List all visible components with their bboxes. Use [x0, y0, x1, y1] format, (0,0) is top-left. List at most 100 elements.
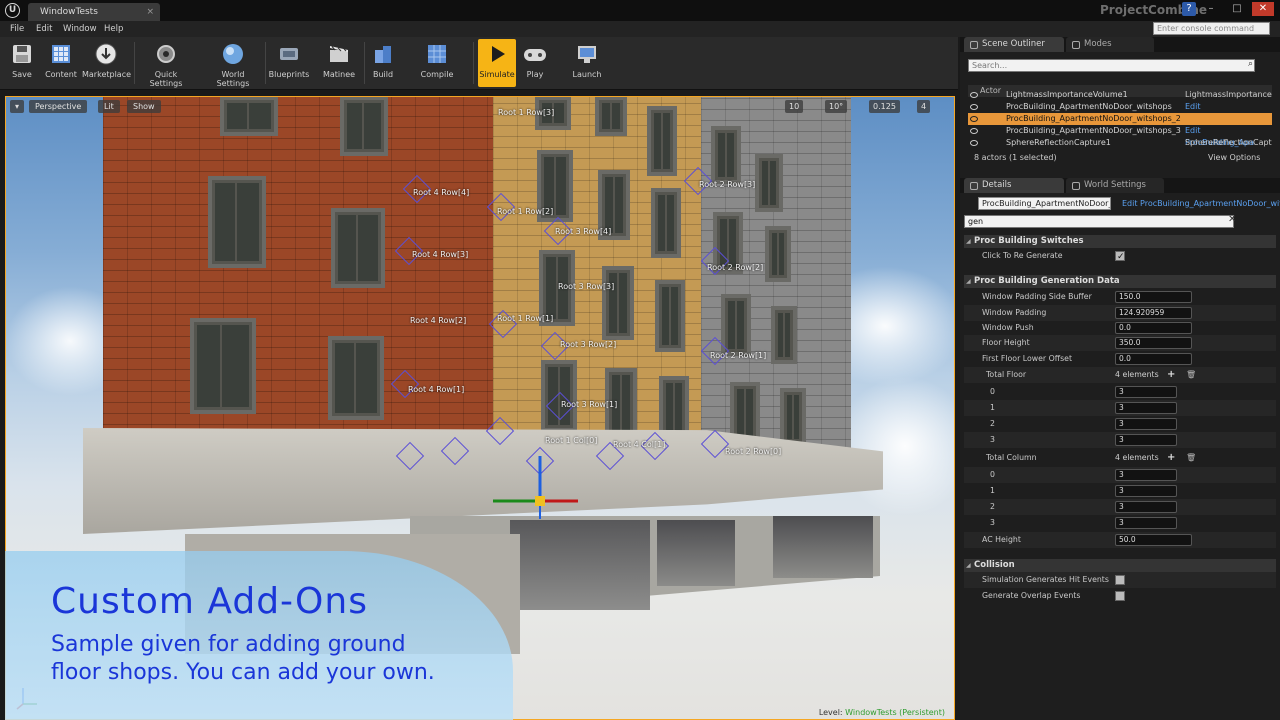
- value-field[interactable]: 50.0: [1115, 534, 1192, 546]
- play-button[interactable]: Play: [520, 39, 550, 87]
- index-label: 2: [990, 419, 995, 428]
- building-window: [602, 266, 634, 340]
- prop-total-floor[interactable]: Total Floor 4 elements + 🗑: [964, 367, 1276, 383]
- value-field[interactable]: 0.0: [1115, 322, 1192, 334]
- gizmo-label: Root 2 Row[1]: [710, 351, 767, 360]
- simulate-button[interactable]: Simulate: [478, 39, 516, 87]
- grid-snap-value[interactable]: 10: [785, 100, 804, 113]
- details-filter-input[interactable]: gen: [964, 215, 1234, 228]
- prop-total-column[interactable]: Total Column 4 elements + 🗑: [964, 450, 1276, 466]
- edit-blueprint-link[interactable]: Edit ProcBuilding_ApartmentNoDoor_wits: [1122, 199, 1280, 208]
- matinee-button[interactable]: Matinee: [320, 39, 358, 87]
- menu-window[interactable]: Window: [63, 24, 97, 34]
- value-field[interactable]: 3: [1115, 501, 1177, 513]
- trash-icon[interactable]: 🗑: [1186, 367, 1196, 383]
- shop-opening: [510, 520, 650, 610]
- quick-settings-label: Quick Settings: [149, 70, 183, 88]
- value-field[interactable]: 3: [1115, 517, 1177, 529]
- array-element: 03: [964, 384, 1276, 400]
- value-field[interactable]: 150.0: [1115, 291, 1192, 303]
- value-field[interactable]: 350.0: [1115, 337, 1192, 349]
- maximize-button[interactable]: □: [1226, 2, 1248, 16]
- modes-icon: [1072, 41, 1080, 49]
- menu-help[interactable]: Help: [104, 24, 123, 34]
- visibility-eye-icon[interactable]: [970, 92, 978, 98]
- transform-gizmo-icon[interactable]: [483, 451, 583, 521]
- index-label: 3: [990, 518, 995, 527]
- compile-button[interactable]: Compile: [418, 39, 456, 87]
- build-button[interactable]: Build: [368, 39, 398, 87]
- outliner-row-selected[interactable]: ProcBuilding_ApartmentNoDoor_witshops_2: [968, 113, 1272, 125]
- value-field[interactable]: 3: [1115, 485, 1177, 497]
- regenerate-checkbox[interactable]: [1115, 249, 1125, 265]
- visibility-eye-icon[interactable]: [970, 116, 978, 122]
- building-window: [771, 306, 797, 364]
- section-proc-building-switches[interactable]: Proc Building Switches: [964, 235, 1276, 248]
- value-field[interactable]: 0.0: [1115, 353, 1192, 365]
- quick-settings-button[interactable]: Quick Settings: [138, 39, 194, 88]
- visibility-eye-icon[interactable]: [970, 140, 978, 146]
- viewport-options-icon[interactable]: ▾: [10, 100, 24, 113]
- lit-button[interactable]: Lit: [98, 100, 120, 113]
- array-element: 23: [964, 499, 1276, 515]
- outliner-row[interactable]: ProcBuilding_ApartmentNoDoor_witshops_3 E…: [968, 125, 1272, 147]
- camera-speed-value[interactable]: 4: [917, 100, 931, 113]
- view-options-button[interactable]: View Options: [1208, 153, 1260, 162]
- perspective-button[interactable]: Perspective: [29, 100, 88, 113]
- tab-details[interactable]: Details: [964, 178, 1064, 193]
- tab-modes[interactable]: Modes: [1066, 37, 1154, 52]
- section-proc-building-generation-data[interactable]: Proc Building Generation Data: [964, 275, 1276, 288]
- tab-world-settings-label: World Settings: [1084, 180, 1146, 190]
- visibility-eye-icon[interactable]: [970, 128, 978, 134]
- document-tab[interactable]: WindowTests ×: [28, 3, 160, 21]
- scale-snap-value[interactable]: 0.125: [869, 100, 900, 113]
- help-button[interactable]: ?: [1182, 2, 1196, 16]
- world-settings-button[interactable]: World Settings: [204, 39, 262, 88]
- blueprints-button[interactable]: Blueprints: [268, 39, 310, 87]
- prop-label: Window Push: [982, 323, 1034, 332]
- outliner-row[interactable]: ProcBuilding_ApartmentNoDoor_witshops Edi…: [968, 101, 1272, 123]
- rotation-snap-value[interactable]: 10°: [825, 100, 848, 113]
- sim-hit-checkbox[interactable]: [1115, 575, 1125, 585]
- building-window: [647, 106, 677, 176]
- minimize-button[interactable]: –: [1200, 2, 1222, 16]
- gizmo-label: Root 3 Row[2]: [560, 340, 617, 349]
- value-field[interactable]: 124.920959: [1115, 307, 1192, 319]
- value-field[interactable]: 3: [1115, 434, 1177, 446]
- show-button[interactable]: Show: [127, 100, 161, 113]
- close-tab-icon[interactable]: ×: [146, 3, 154, 21]
- marketplace-button[interactable]: Marketplace: [82, 39, 131, 87]
- value-field[interactable]: 3: [1115, 402, 1177, 414]
- add-element-icon[interactable]: +: [1167, 450, 1175, 466]
- add-element-icon[interactable]: +: [1167, 367, 1175, 383]
- clear-filter-icon[interactable]: ✕: [1228, 214, 1236, 225]
- globe-icon: [1072, 182, 1080, 190]
- value-field[interactable]: 3: [1115, 469, 1177, 481]
- outliner-row[interactable]: SphereReflectionCapture1 SphereReflection…: [968, 137, 1272, 149]
- value-field[interactable]: 3: [1115, 386, 1177, 398]
- section-collision[interactable]: Collision: [964, 559, 1276, 572]
- prop-ac-height: AC Height 50.0: [964, 532, 1276, 548]
- prop-label: Floor Height: [982, 338, 1030, 347]
- tab-scene-outliner[interactable]: Scene Outliner: [964, 37, 1064, 52]
- outliner-tabbar: Scene Outliner Modes: [960, 37, 1280, 52]
- content-button[interactable]: Content: [44, 39, 78, 87]
- element-count: 4 elements: [1115, 370, 1159, 379]
- tab-world-settings[interactable]: World Settings: [1066, 178, 1164, 193]
- outliner-row[interactable]: LightmassImportanceVolume1 LightmassImpor…: [968, 89, 1272, 101]
- value-field[interactable]: 3: [1115, 418, 1177, 430]
- save-button[interactable]: Save: [6, 39, 38, 87]
- actor-name-field[interactable]: ProcBuilding_ApartmentNoDoor_wit: [978, 197, 1111, 210]
- array-element: 13: [964, 400, 1276, 416]
- overlap-checkbox[interactable]: [1115, 591, 1125, 601]
- visibility-eye-icon[interactable]: [970, 104, 978, 110]
- toolbar-separator: [134, 42, 135, 84]
- console-command-input[interactable]: Enter console command: [1153, 22, 1270, 35]
- actor-name: LightmassImportanceVolume1: [1006, 90, 1128, 99]
- trash-icon[interactable]: 🗑: [1186, 450, 1196, 466]
- outliner-search-input[interactable]: Search...: [968, 59, 1255, 72]
- launch-button[interactable]: Launch: [568, 39, 606, 87]
- close-window-button[interactable]: ✕: [1252, 2, 1274, 16]
- menu-file[interactable]: File: [10, 24, 24, 34]
- menu-edit[interactable]: Edit: [36, 24, 52, 34]
